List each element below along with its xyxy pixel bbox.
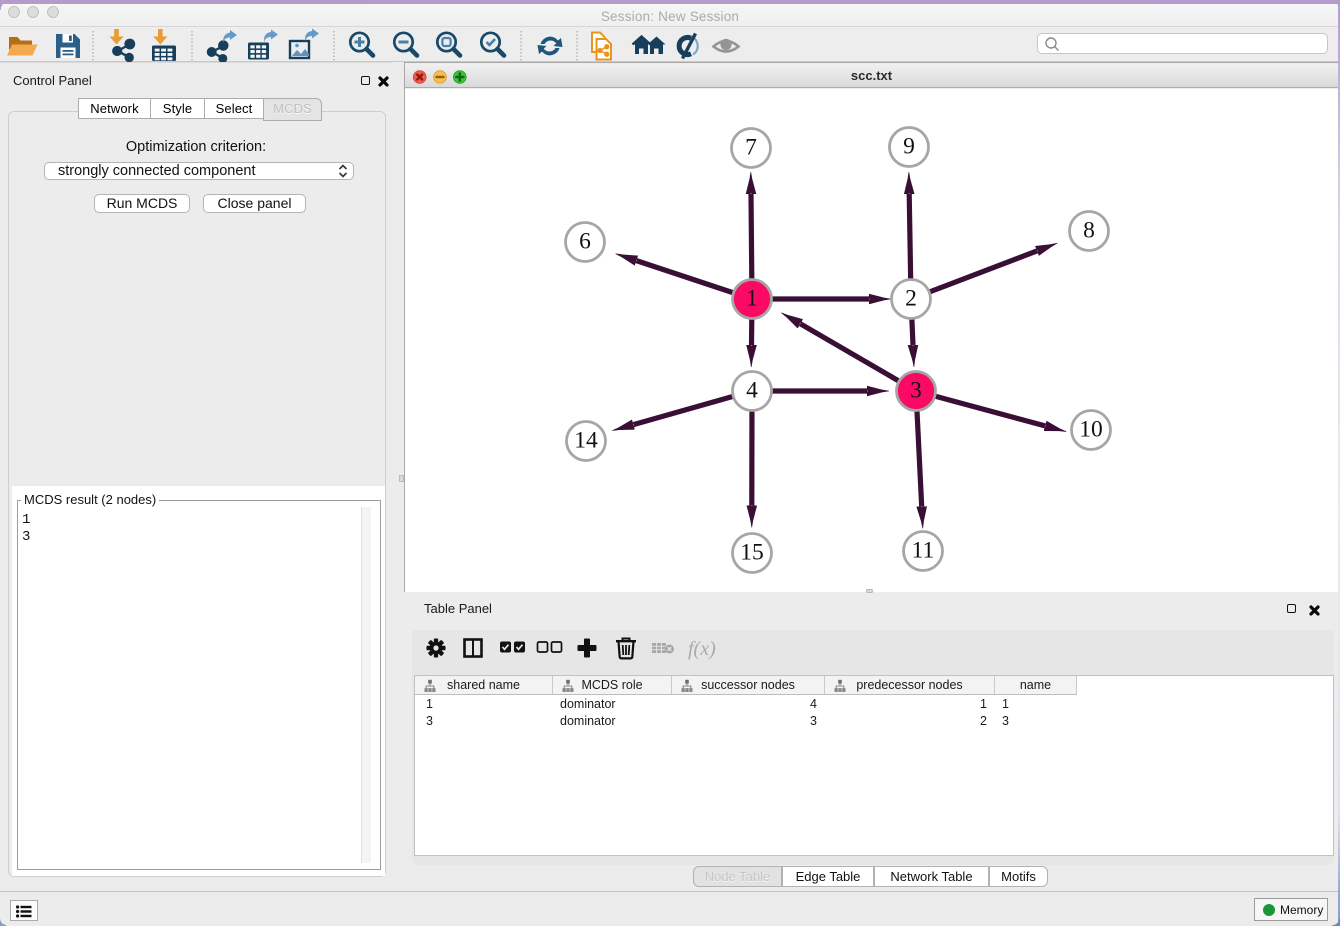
svg-text:1: 1 xyxy=(746,286,758,312)
svg-text:3: 3 xyxy=(910,378,922,404)
svg-text:4: 4 xyxy=(746,378,758,404)
svg-text:11: 11 xyxy=(912,538,935,564)
svg-text:6: 6 xyxy=(579,229,591,255)
svg-text:14: 14 xyxy=(574,428,598,454)
svg-text:f(x): f(x) xyxy=(688,638,716,660)
svg-text:9: 9 xyxy=(903,134,915,160)
svg-text:15: 15 xyxy=(740,540,764,566)
svg-text:8: 8 xyxy=(1083,218,1095,244)
svg-text:7: 7 xyxy=(745,135,757,161)
svg-text:10: 10 xyxy=(1079,417,1103,443)
svg-text:2: 2 xyxy=(905,286,917,312)
